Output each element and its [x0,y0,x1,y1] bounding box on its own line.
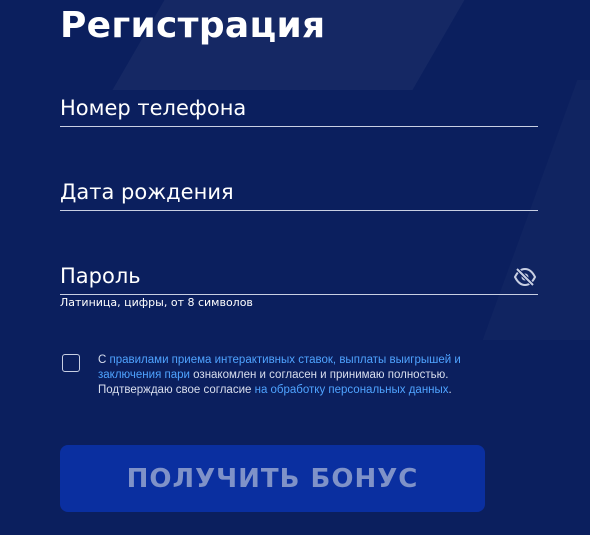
page-title: Регистрация [60,5,326,46]
phone-field[interactable] [60,92,538,127]
agreement: С правилами приема интерактивных ставок,… [62,353,498,398]
phone-input[interactable] [60,92,500,124]
agreement-text-prefix: С [98,354,110,366]
agreement-text-suffix: . [448,384,452,396]
get-bonus-button[interactable]: ПОЛУЧИТЬ БОНУС [60,445,485,512]
password-input[interactable] [60,260,500,292]
agreement-checkbox[interactable] [62,354,80,372]
birthdate-input[interactable] [60,176,500,208]
birthdate-field[interactable] [60,176,538,211]
password-field[interactable] [60,260,538,295]
eye-off-icon[interactable] [513,267,537,287]
agreement-text: С правилами приема интерактивных ставок,… [98,353,498,398]
personal-data-link[interactable]: на обработку персональных данных [255,384,449,396]
password-hint: Латиница, цифры, от 8 символов [60,296,253,309]
